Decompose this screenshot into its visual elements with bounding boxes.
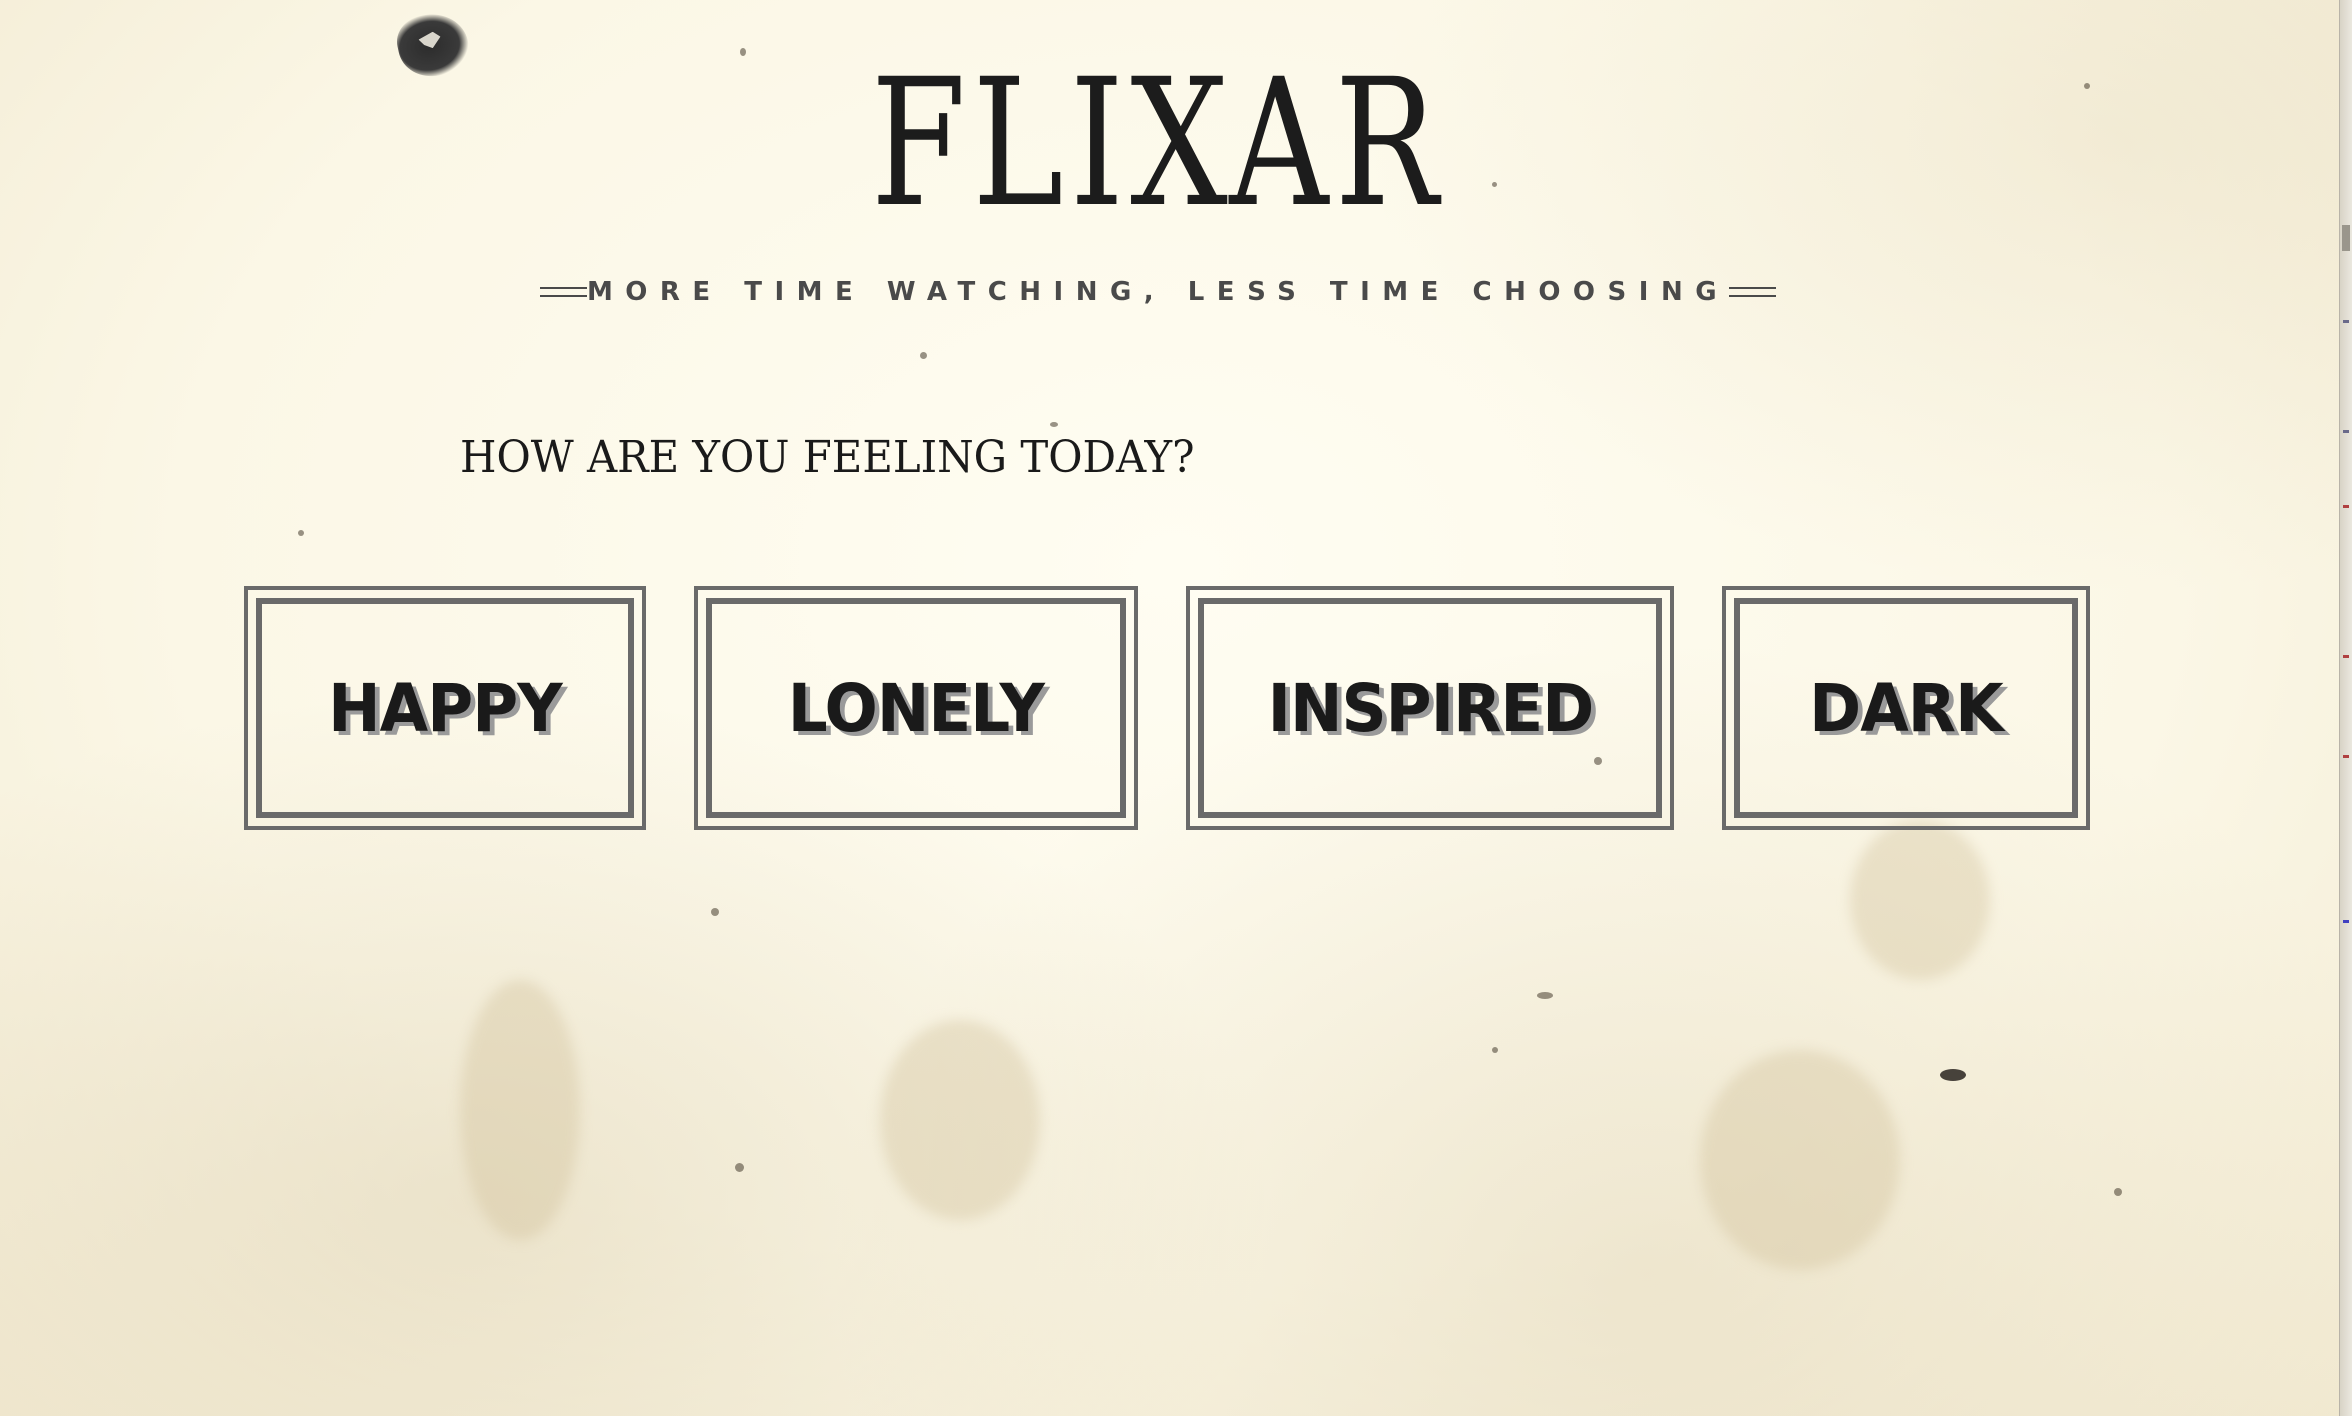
- mood-button-frame: DARK: [1734, 598, 2078, 818]
- mood-button-frame: INSPIRED: [1198, 598, 1662, 818]
- devtools-edge-mark: [2343, 655, 2349, 658]
- mood-button-dark[interactable]: DARK: [1722, 586, 2090, 830]
- tagline-text: MORE TIME WATCHING, LESS TIME CHOOSING: [586, 277, 1730, 307]
- mood-button-inspired[interactable]: INSPIRED: [1186, 586, 1674, 830]
- paper-speck: [1537, 992, 1553, 999]
- site-header: FLIXAR: [0, 56, 2316, 232]
- paper-speck: [298, 530, 304, 536]
- mood-button-frame: HAPPY: [256, 598, 634, 818]
- paper-stain: [460, 980, 580, 1240]
- paper-speck: [711, 908, 719, 916]
- devtools-edge-mark: [2343, 920, 2349, 923]
- mood-button-lonely[interactable]: LONELY: [694, 586, 1138, 830]
- mood-question: HOW ARE YOU FEELING TODAY?: [460, 432, 1195, 483]
- paper-speck: [740, 48, 746, 56]
- tagline-banner: MORE TIME WATCHING, LESS TIME CHOOSING: [540, 277, 1776, 307]
- paper-speck: [2114, 1188, 2122, 1196]
- mood-button-label: DARK: [1809, 669, 2004, 747]
- devtools-edge-mark: [2343, 505, 2349, 508]
- paper-stain: [880, 1020, 1040, 1220]
- mood-button-happy[interactable]: HAPPY: [244, 586, 646, 830]
- mood-button-label: HAPPY: [328, 669, 563, 747]
- tagline-rule-right: [1729, 287, 1776, 297]
- devtools-edge-mark: [2343, 320, 2349, 323]
- paper-speck: [735, 1163, 744, 1172]
- tagline-rule-left: [540, 287, 587, 297]
- devtools-edge-mark: [2343, 430, 2349, 433]
- mood-button-label: LONELY: [787, 669, 1045, 747]
- mood-button-frame: LONELY: [706, 598, 1126, 818]
- paper-speck: [920, 352, 927, 359]
- scrollbar-thumb[interactable]: [2342, 225, 2350, 251]
- site-logo[interactable]: FLIXAR: [871, 56, 1444, 232]
- mood-options: HAPPY LONELY INSPIRED DARK: [0, 586, 2340, 830]
- paper-stain: [1850, 820, 1990, 980]
- paper-speck: [1492, 1047, 1498, 1053]
- paper-speck: [1940, 1069, 1966, 1081]
- mood-button-label: INSPIRED: [1267, 669, 1594, 747]
- landing-page: FLIXAR MORE TIME WATCHING, LESS TIME CHO…: [0, 0, 2340, 1416]
- paper-stain: [1700, 1050, 1900, 1270]
- devtools-edge-mark: [2343, 755, 2349, 758]
- vertical-scrollbar[interactable]: [2339, 0, 2352, 1416]
- paper-speck: [1050, 422, 1058, 427]
